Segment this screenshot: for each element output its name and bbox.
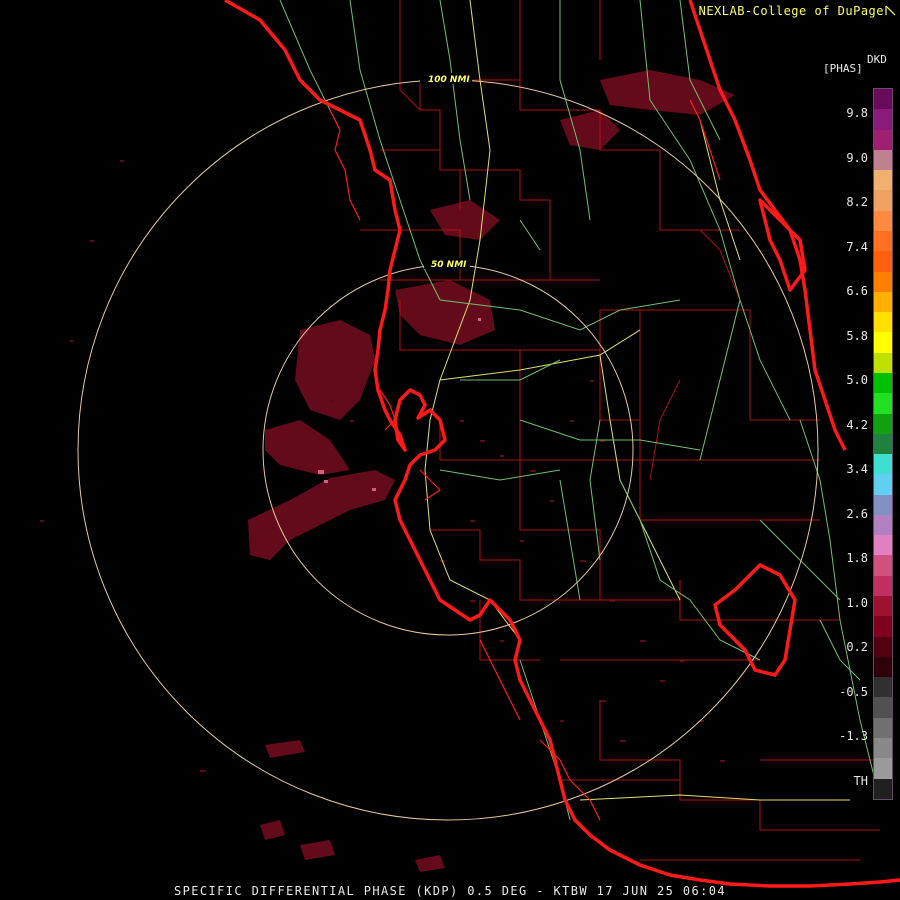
scale-swatch [874,210,892,231]
scale-swatch [874,555,892,576]
color-scale-bar [873,88,893,800]
echo-north-coast [430,200,500,240]
scale-tick-label: 9.0 [846,150,868,165]
scale-swatch [874,535,892,556]
scale-swatch [874,312,892,333]
echo-ne-small [560,110,620,150]
scale-swatch [874,372,892,394]
ring-label-100: 100 NMI [428,75,470,85]
scale-tick-label: 1.8 [846,551,868,565]
scale-tick-label: 1.0 [846,595,868,610]
arrow-icon [885,5,896,16]
scale-swatch [874,413,892,434]
scale-tick-label: 9.8 [846,106,868,120]
scale-swatch [874,758,892,779]
scale-swatch [874,332,892,353]
coast-east-lagoon [758,198,807,292]
scale-swatch [874,636,892,657]
scale-swatch [874,271,892,292]
scale-swatch [874,738,892,759]
scale-swatch [874,149,892,171]
product-code: DKD [867,53,887,66]
scale-tick-label: 0.2 [846,640,868,654]
echo-west-small [265,740,305,758]
scale-swatch [874,717,892,738]
scale-tick-label: 7.4 [846,239,868,254]
echo-northwest [295,320,375,420]
scale-tick-label: -1.3 [839,729,868,743]
county-boundaries [360,0,880,861]
scale-swatch [874,474,892,495]
units-label: [PHAS] [823,62,863,75]
radar-map: 100 NMI 50 NMI [40,0,900,888]
scale-tick-label: -0.5 [839,684,868,699]
scale-tick-label: 6.6 [846,284,868,298]
scale-swatch [874,109,892,130]
scale-tick-label: 5.8 [846,328,868,343]
highways-yellow [424,0,891,801]
echo-sw-small-3 [415,855,445,872]
scale-tick-label: TH [853,773,868,788]
scale-swatch [874,170,892,191]
scale-swatch [874,494,892,515]
radar-display: 100 NMI 50 NMI NEXLAB-College of DuPage [0,0,900,900]
scale-swatch [874,291,892,313]
range-ring-100 [77,79,819,821]
echo-west-band [248,470,395,560]
scale-swatch [874,575,892,597]
scale-tick-label: 5.0 [846,373,868,387]
scale-swatch [874,656,892,678]
scale-swatch [874,89,892,110]
scale-swatch [874,778,892,799]
scale-swatch [874,616,892,637]
scale-tick-label: 4.2 [846,417,868,432]
scale-swatch [874,352,892,373]
echo-sw-small-2 [300,840,335,860]
range-rings [77,79,819,821]
echo-sw-small [260,820,285,840]
scale-swatch [874,190,892,211]
scale-swatch [874,514,892,536]
scale-swatch [874,129,892,150]
scale-swatch [874,697,892,718]
scale-swatch [874,454,892,475]
scale-swatch [874,230,892,252]
scale-tick-label: 2.6 [846,506,868,521]
echo-north-inland [395,280,495,345]
echo-gulf-mid [265,420,350,475]
scale-swatch [874,433,892,455]
credit-label: NEXLAB-College of DuPage [698,4,884,18]
scale-tick-label: 3.4 [846,462,868,476]
scale-swatch [874,677,892,698]
ring-label-50: 50 NMI [431,260,467,270]
scale-swatch [874,393,892,414]
scale-swatch [874,596,892,617]
scale-tick-label: 8.2 [846,195,868,209]
scale-swatch [874,251,892,272]
coast-tampa-bay [388,388,512,622]
product-footer: SPECIFIC DIFFERENTIAL PHASE (KDP) 0.5 DE… [174,884,726,898]
echo-speckles [40,160,725,772]
